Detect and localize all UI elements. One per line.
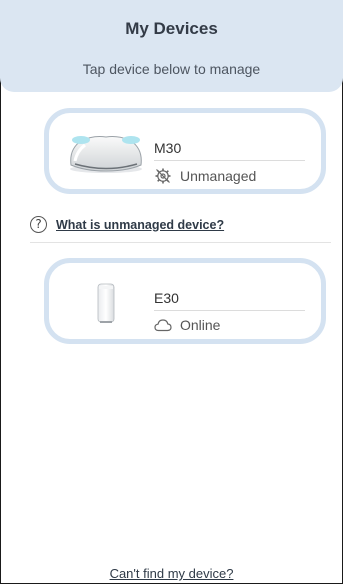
page-subtitle: Tap device below to manage bbox=[82, 61, 261, 77]
device-divider bbox=[154, 310, 305, 311]
device-name: E30 bbox=[154, 290, 179, 306]
header: My Devices Tap device below to manage bbox=[0, 0, 343, 92]
device-divider bbox=[154, 160, 305, 161]
help-row[interactable]: ? What is unmanaged device? bbox=[30, 216, 224, 233]
page-title: My Devices bbox=[125, 19, 218, 38]
device-status: Unmanaged bbox=[154, 167, 256, 185]
device-status: Online bbox=[154, 317, 220, 333]
device-card-m30[interactable]: M30 Unmanaged bbox=[44, 108, 326, 194]
section-divider bbox=[30, 242, 331, 243]
device-card-e30[interactable]: E30 Online bbox=[44, 258, 326, 344]
device-status-label: Unmanaged bbox=[180, 168, 257, 184]
m30-device-image bbox=[70, 136, 142, 173]
what-is-unmanaged-link[interactable]: What is unmanaged device? bbox=[56, 218, 224, 232]
device-name: M30 bbox=[154, 140, 182, 156]
e30-device-image bbox=[97, 283, 115, 323]
unmanaged-gear-icon bbox=[155, 168, 171, 184]
question-icon: ? bbox=[30, 216, 47, 233]
cant-find-device-link[interactable]: Can't find my device? bbox=[0, 566, 343, 581]
device-status-label: Online bbox=[180, 317, 221, 333]
cloud-icon bbox=[154, 319, 172, 332]
